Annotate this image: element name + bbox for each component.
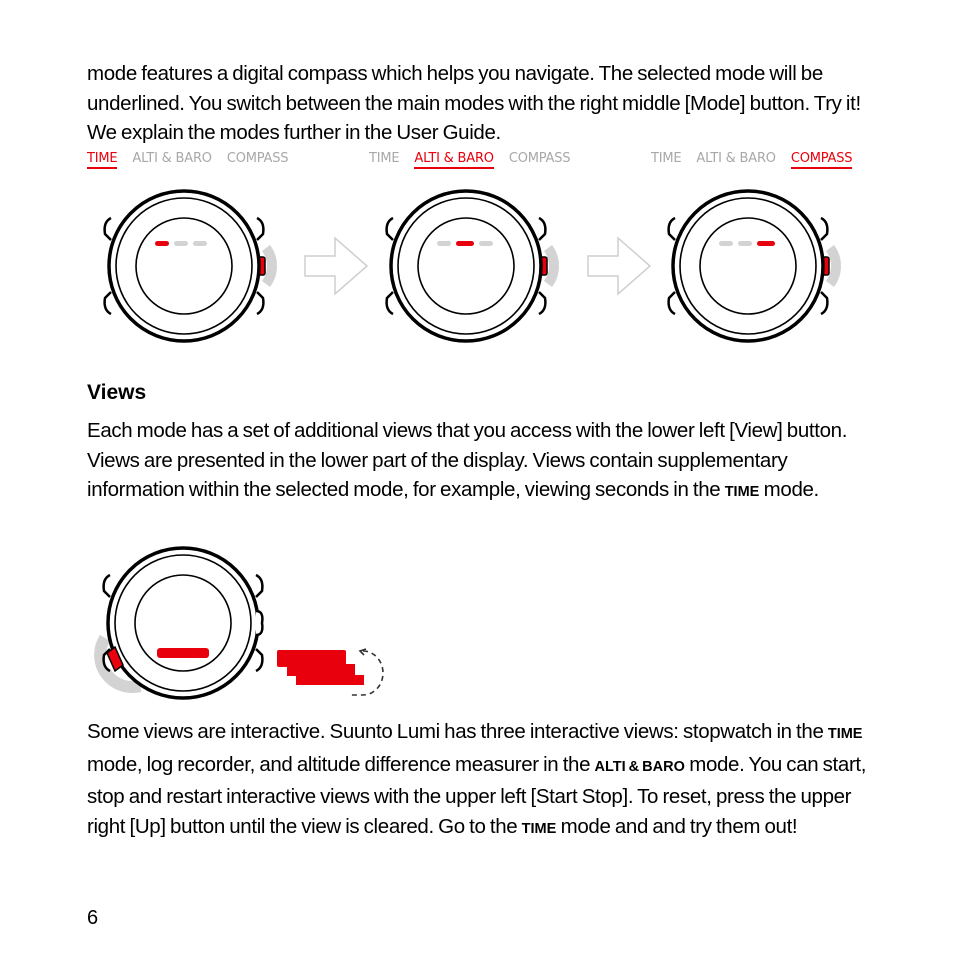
mode-label-time: TIME	[369, 151, 400, 166]
mode-dash	[738, 241, 752, 246]
mode-name-time: TIME	[724, 484, 760, 500]
watch-time-mode	[102, 189, 277, 343]
text-run: mode, log recorder, and altitude differe…	[87, 752, 595, 776]
mode-dash-active	[155, 241, 169, 246]
mode-labels-compass: TIME ALTI & BARO COMPASS	[651, 151, 853, 169]
mode-label-compass: COMPASS	[790, 151, 853, 169]
mode-button-press-indicator	[540, 248, 558, 286]
views-heading: Views	[87, 381, 147, 404]
text-run: mode and and try them out!	[556, 814, 798, 838]
mode-dash	[193, 241, 207, 246]
arrow-right-icon	[304, 237, 368, 295]
mode-dash	[479, 241, 493, 246]
mode-dash	[174, 241, 188, 246]
views-paragraph: Each mode has a set of additional views …	[87, 416, 887, 508]
text-run: Some views are interactive. Suunto Lumi …	[87, 720, 828, 743]
watch-icon	[666, 189, 830, 343]
mode-switch-figure	[102, 189, 954, 343]
mode-label-time: TIME	[87, 151, 118, 169]
watch-icon	[101, 546, 265, 700]
cycle-arrow-icon	[351, 650, 384, 696]
mode-button-press-indicator	[258, 248, 276, 286]
mode-name-time: TIME	[827, 726, 863, 742]
views-figure	[94, 546, 384, 700]
mode-label-compass: COMPASS	[508, 151, 571, 166]
mode-button-press-indicator	[822, 248, 840, 286]
mode-dash	[437, 241, 451, 246]
view-bar	[157, 648, 209, 658]
mode-name-time: TIME	[521, 820, 557, 837]
watch-alti-baro-mode	[384, 189, 559, 343]
interactive-views-paragraph: Some views are interactive. Suunto Lumi …	[87, 717, 887, 844]
watch-icon	[384, 189, 548, 343]
watch-view-button	[94, 546, 265, 700]
watch-compass-mode	[666, 189, 841, 343]
mode-labels-time: TIME ALTI & BARO COMPASS	[87, 151, 289, 169]
mode-dash-active	[456, 241, 474, 246]
text-run: mode.	[759, 478, 820, 501]
mode-label-alti-baro: ALTI & BARO	[132, 151, 212, 166]
mode-label-alti-baro: ALTI & BARO	[414, 151, 494, 169]
arrow-right-icon	[587, 237, 651, 295]
mode-label-compass: COMPASS	[226, 151, 289, 166]
mode-label-alti-baro: ALTI & BARO	[696, 151, 776, 166]
mode-dash	[719, 241, 733, 246]
mode-labels-alti-baro: TIME ALTI & BARO COMPASS	[369, 151, 571, 169]
page-number: 6	[87, 907, 99, 929]
mode-dash-active	[757, 241, 775, 246]
intro-paragraph: mode features a digital compass which he…	[87, 62, 861, 144]
mode-name-alti-baro: ALTI & BARO	[594, 758, 685, 775]
views-stack-icon	[277, 648, 384, 696]
watch-icon	[102, 189, 266, 343]
mode-label-time: TIME	[651, 151, 682, 166]
